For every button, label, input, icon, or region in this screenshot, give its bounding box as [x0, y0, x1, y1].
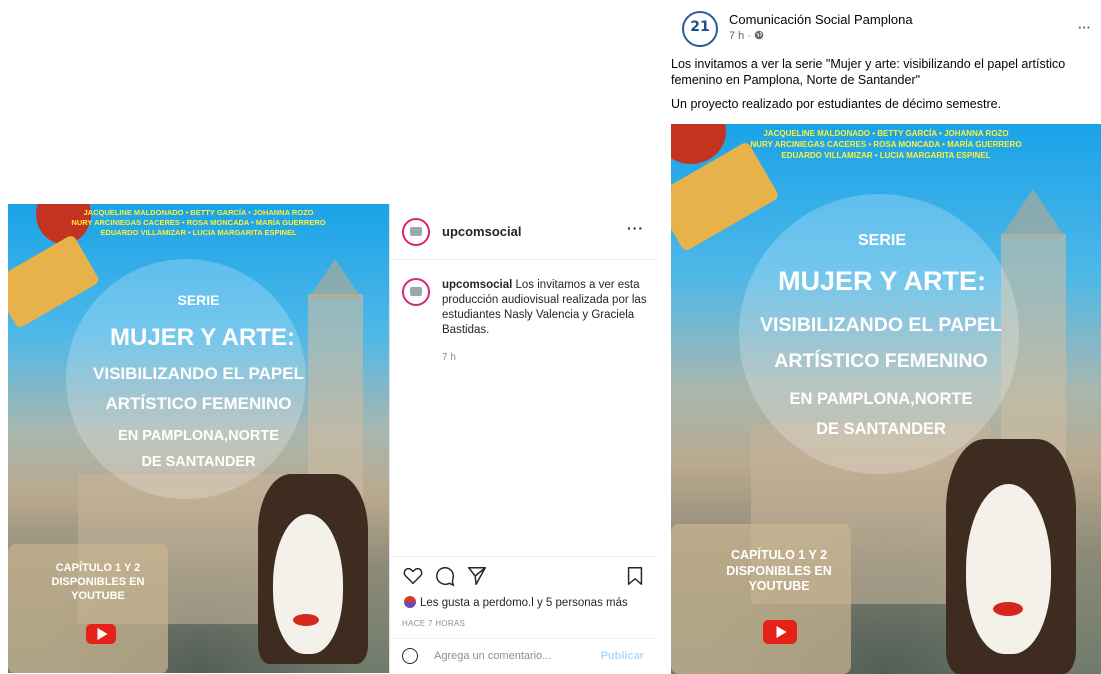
likes-summary[interactable]: Les gusta a perdomo.l y 5 personas más: [404, 596, 628, 609]
poster-chapter-line: DISPONIBLES EN: [726, 563, 832, 578]
caption-time: 7 h: [442, 352, 456, 363]
poster-credits-line: JACQUELINE MALDONADO • BETTY GARCÍA • JO…: [763, 129, 1009, 138]
post-header: upcomsocial ···: [390, 204, 656, 260]
poster-title: ARTÍSTICO FEMENINO: [105, 394, 292, 413]
profile-avatar[interactable]: [402, 218, 430, 246]
poster-credits-line: EDUARDO VILLAMIZAR • LUCIA MARGARITA ESP…: [781, 150, 991, 160]
comment-bar: Agrega un comentario... Publicar: [390, 638, 656, 674]
poster-chapter-line: CAPÍTULO 1 Y 2: [730, 548, 828, 562]
poster-credits-line: JACQUELINE MALDONADO • BETTY GARCÍA • JO…: [83, 208, 314, 217]
facebook-post-image[interactable]: JACQUELINE MALDONADO • BETTY GARCÍA • JO…: [671, 124, 1101, 674]
collage-lips: [293, 614, 319, 626]
poster-credits-line: EDUARDO VILLAMIZAR • LUCIA MARGARITA ESP…: [100, 228, 297, 238]
more-options-icon[interactable]: ···: [627, 220, 644, 236]
poster-title: VISIBILIZANDO EL PAPEL: [93, 364, 304, 383]
poster-chapter-line: CAPÍTULO 1 Y 2: [55, 562, 141, 574]
liker-avatar: [404, 596, 416, 608]
poster-title: MUJER Y ARTE:: [777, 266, 987, 296]
poster-chapter-text: CAPÍTULO 1 Y 2 DISPONIBLES EN YOUTUBE: [28, 562, 168, 603]
caption-avatar[interactable]: [402, 278, 430, 306]
action-bar: [390, 556, 656, 597]
comment-input[interactable]: Agrega un comentario...: [434, 650, 551, 662]
poster-title: VISIBILIZANDO EL PAPEL: [760, 314, 1002, 336]
collage-egg: [273, 514, 343, 654]
poster-serie: SERIE: [177, 292, 220, 308]
username-link[interactable]: upcomsocial: [442, 224, 521, 239]
poster-credits: JACQUELINE MALDONADO • BETTY GARCÍA • JO…: [8, 208, 389, 238]
post-timestamp: HACE 7 HORAS: [402, 619, 466, 628]
publish-button[interactable]: Publicar: [601, 650, 644, 662]
poster-title: DE SANTANDER: [816, 420, 946, 438]
poster-chapter-text: CAPÍTULO 1 Y 2 DISPONIBLES EN YOUTUBE: [699, 548, 859, 595]
globe-icon: [754, 30, 764, 40]
poster-title: DE SANTANDER: [141, 454, 256, 470]
bookmark-icon[interactable]: [624, 565, 646, 587]
poster-title: MUJER Y ARTE:: [110, 324, 295, 351]
instagram-post-image[interactable]: JACQUELINE MALDONADO • BETTY GARCÍA • JO…: [8, 204, 389, 673]
poster-credits-line: NURY ARCINIEGAS CACERES • ROSA MONCADA •…: [71, 218, 326, 228]
post-caption: upcomsocial Los invitamos a ver esta pro…: [442, 278, 647, 338]
likes-text: Les gusta a perdomo.l y 5 personas más: [420, 597, 628, 609]
page-avatar[interactable]: 21: [682, 11, 718, 47]
post-time[interactable]: 7 h ·: [729, 30, 754, 42]
poster-credits: JACQUELINE MALDONADO • BETTY GARCÍA • JO…: [671, 129, 1101, 161]
heart-icon[interactable]: [402, 565, 424, 587]
avatar-logo-text: 21: [690, 19, 710, 35]
decorative-shape: [671, 524, 851, 674]
post-text: Un proyecto realizado por estudiantes de…: [671, 97, 1002, 111]
poster-credits-line: NURY ARCINIEGAS CACERES • ROSA MONCADA •…: [750, 139, 1022, 149]
poster-chapter-line: YOUTUBE: [748, 579, 810, 594]
share-icon[interactable]: [466, 565, 488, 587]
comment-icon[interactable]: [434, 565, 456, 587]
poster-chapter-line: DISPONIBLES EN: [51, 575, 145, 588]
instagram-post-panel: upcomsocial ··· upcomsocial Los invitamo…: [389, 204, 656, 673]
collage-egg: [966, 484, 1051, 654]
poster-title: EN PAMPLONA,NORTE: [789, 390, 973, 408]
poster-serie: SERIE: [857, 232, 906, 249]
church-spire: [1001, 189, 1065, 237]
collage-lips: [993, 602, 1023, 616]
caption-username-link[interactable]: upcomsocial: [442, 279, 512, 291]
poster-chapter-line: YOUTUBE: [71, 589, 125, 602]
youtube-icon: [763, 620, 797, 644]
poster-title: ARTÍSTICO FEMENINO: [774, 350, 988, 372]
emoji-icon[interactable]: [402, 648, 418, 664]
page-name-link[interactable]: Comunicación Social Pamplona: [729, 12, 913, 27]
youtube-icon: [86, 624, 116, 644]
post-text: Los invitamos a ver la serie "Mujer y ar…: [671, 57, 1066, 88]
post-meta: 7 h ·: [729, 30, 764, 42]
poster-title: EN PAMPLONA,NORTE: [118, 428, 279, 444]
more-options-icon[interactable]: ···: [1078, 20, 1091, 35]
